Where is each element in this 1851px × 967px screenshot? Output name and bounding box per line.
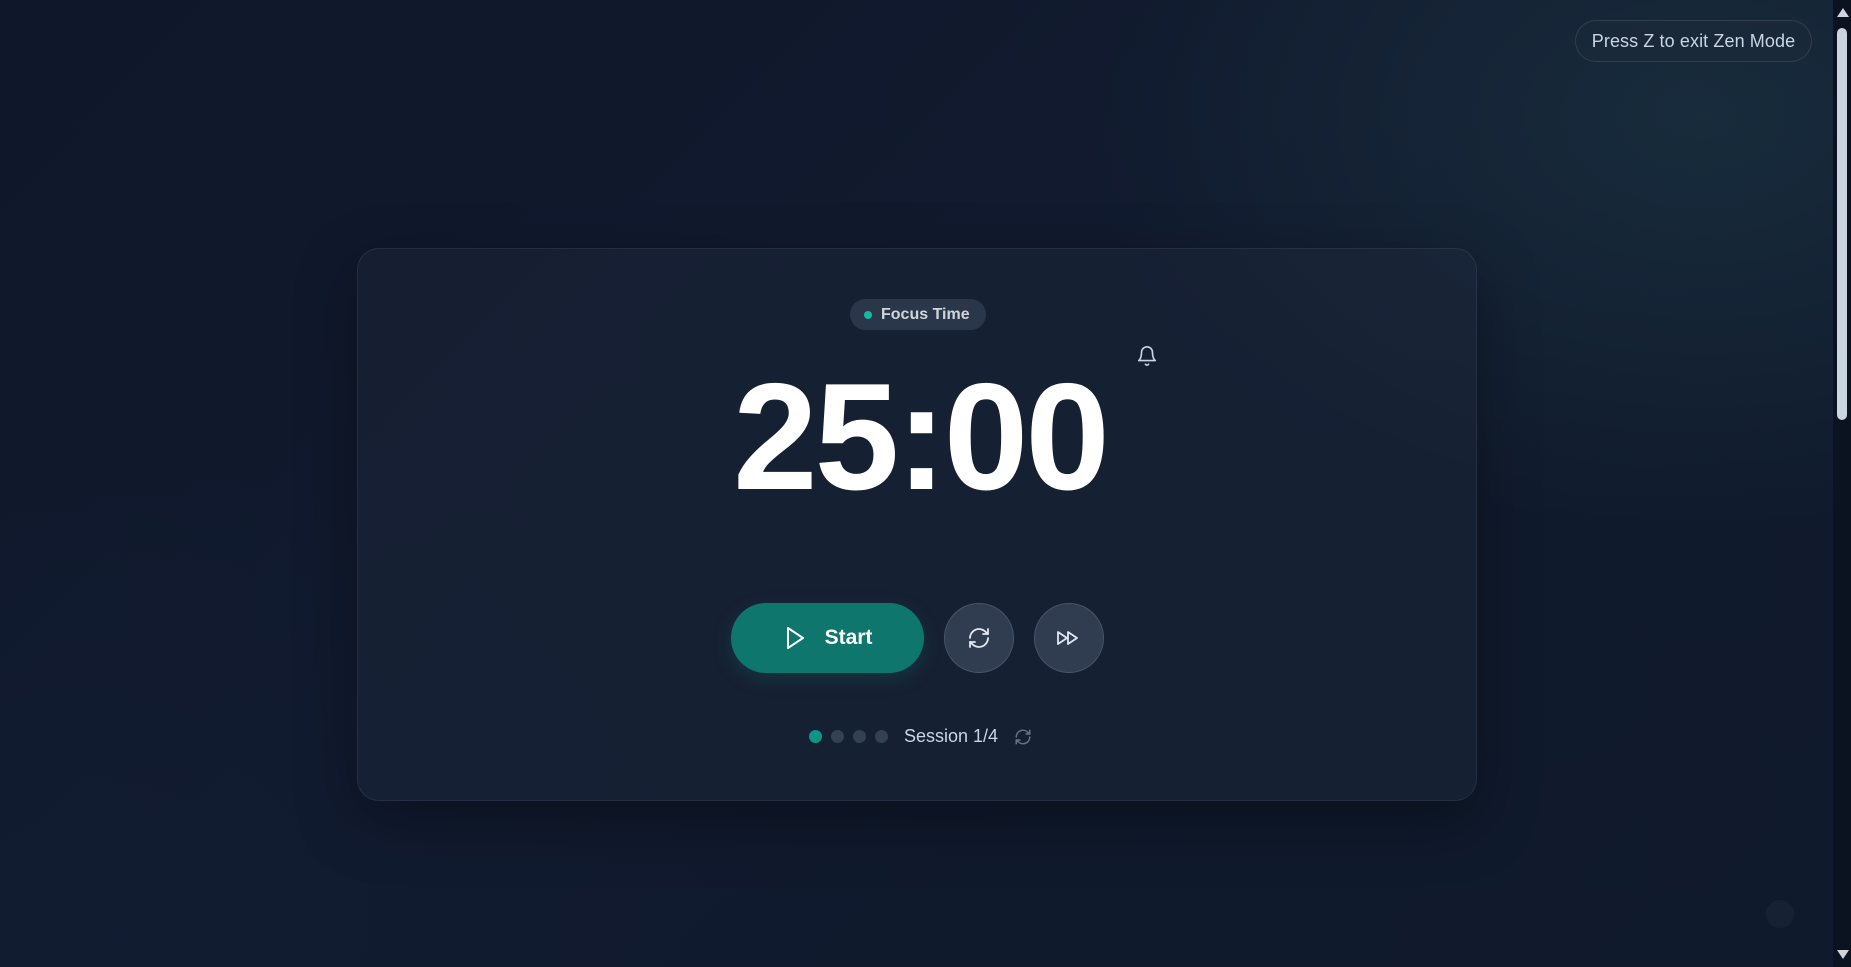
scroll-up-arrow[interactable] (1837, 8, 1849, 17)
start-button-label: Start (824, 626, 873, 649)
session-dot (831, 730, 844, 743)
skip-button[interactable] (1034, 603, 1104, 673)
refresh-icon (1014, 728, 1032, 746)
play-icon (783, 625, 807, 651)
timer-controls: Start (731, 603, 1104, 673)
reset-button[interactable] (944, 603, 1014, 673)
start-button[interactable]: Start (731, 603, 924, 673)
mode-label: Focus Time (881, 305, 970, 323)
fast-forward-icon (1056, 628, 1082, 648)
vertical-scrollbar[interactable] (1833, 0, 1851, 967)
session-reset-button[interactable] (1013, 727, 1033, 747)
zen-mode-hint: Press Z to exit Zen Mode (1575, 20, 1812, 62)
floating-action-indicator (1766, 900, 1794, 928)
mode-status-dot (864, 310, 872, 319)
session-label: Session 1/4 (904, 726, 999, 746)
timer-card: Focus Time 25:00 Start Session 1/4 (357, 248, 1477, 801)
scroll-down-arrow[interactable] (1837, 950, 1849, 959)
session-dot (809, 730, 822, 743)
session-progress: Session 1/4 (809, 726, 1033, 747)
timer-display: 25:00 (733, 352, 1110, 522)
session-dot (875, 730, 888, 743)
session-dot (853, 730, 866, 743)
refresh-icon (967, 626, 991, 650)
mode-badge: Focus Time (850, 299, 986, 330)
scroll-thumb[interactable] (1837, 28, 1847, 420)
